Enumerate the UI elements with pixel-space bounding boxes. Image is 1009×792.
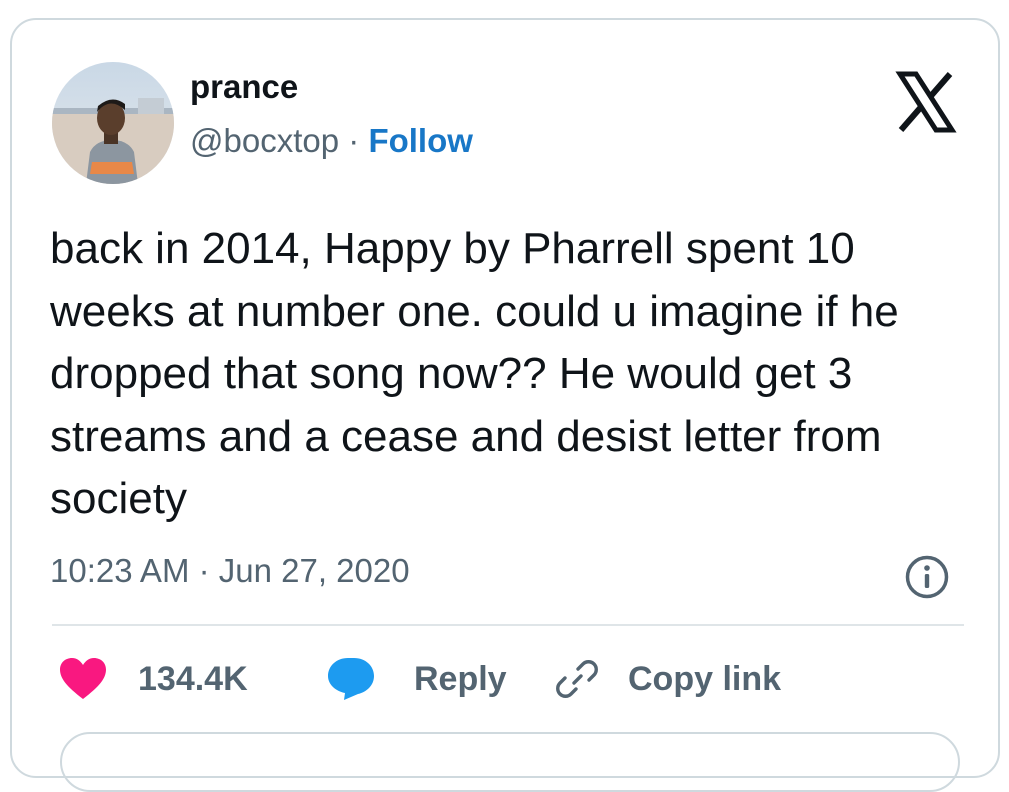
speech-bubble-icon <box>326 656 376 702</box>
info-icon[interactable] <box>904 554 950 600</box>
read-replies-button[interactable] <box>60 732 960 792</box>
author-handle[interactable]: @bocxtop <box>190 122 339 159</box>
meta-separator: · <box>348 122 360 159</box>
heart-icon <box>58 656 108 702</box>
follow-link[interactable]: Follow <box>368 122 472 159</box>
copy-link-label: Copy link <box>628 660 782 698</box>
author-meta: @bocxtop · Follow <box>190 124 473 157</box>
divider <box>52 624 964 626</box>
x-logo-icon[interactable] <box>894 70 958 134</box>
like-count: 134.4K <box>138 660 248 698</box>
avatar[interactable] <box>52 62 174 184</box>
reply-label: Reply <box>414 660 507 698</box>
author-name[interactable]: prance <box>190 70 298 103</box>
copy-link-button[interactable]: Copy link <box>554 656 781 702</box>
tweet-timestamp[interactable]: 10:23 AM · Jun 27, 2020 <box>50 554 410 587</box>
link-icon <box>554 656 600 702</box>
reply-button[interactable]: Reply <box>326 656 507 702</box>
tweet-card: prance @bocxtop · Follow back in 2014, H… <box>10 18 1000 792</box>
tweet-text: back in 2014, Happy by Pharrell spent 10… <box>50 224 899 523</box>
like-button[interactable]: 134.4K <box>58 656 248 702</box>
